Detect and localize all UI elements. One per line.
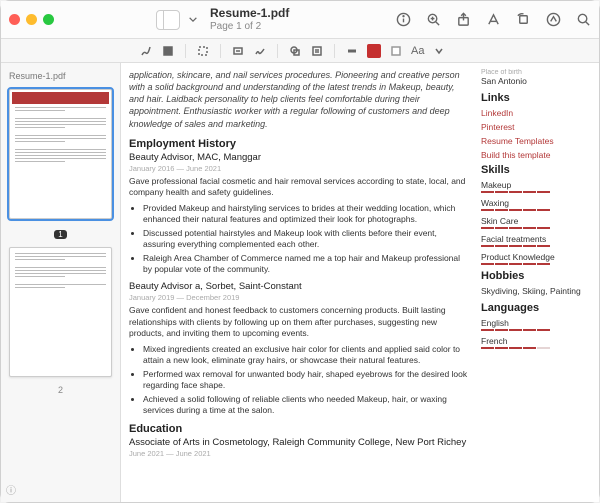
list-item: Discussed potential hairstyles and Makeu… — [143, 228, 471, 251]
page-thumbnail-1[interactable] — [9, 89, 112, 219]
skill-name: English — [481, 318, 591, 328]
select-tool[interactable] — [196, 44, 210, 58]
document-title: Resume-1.pdf — [210, 7, 387, 20]
skills-heading: Skills — [481, 164, 591, 176]
chevron-down-icon[interactable] — [432, 44, 446, 58]
hobbies-heading: Hobbies — [481, 270, 591, 282]
job1-title: Beauty Advisor, MAC, Manggar — [129, 152, 471, 163]
skill-bar — [481, 191, 591, 193]
info-footer-icon[interactable]: ⓘ — [6, 482, 16, 497]
edu-dates: June 2021 — June 2021 — [129, 449, 471, 458]
job1-bullets: Provided Makeup and hairstyling services… — [129, 203, 471, 276]
text-tool[interactable] — [231, 44, 245, 58]
sidebar-filename: Resume-1.pdf — [9, 71, 112, 81]
zoom-icon[interactable] — [425, 12, 441, 28]
list-item: Mixed ingredients created an exclusive h… — [143, 344, 471, 367]
info-icon[interactable] — [395, 12, 411, 28]
note-tool[interactable] — [310, 44, 324, 58]
page-thumbnail-2[interactable] — [9, 247, 112, 377]
pen-tool[interactable] — [139, 44, 153, 58]
page-number-2: 2 — [9, 385, 112, 395]
skill-bar — [481, 209, 591, 211]
skill-bar — [481, 227, 591, 229]
job2-dates: January 2019 — December 2019 — [129, 293, 471, 302]
edu-title: Associate of Arts in Cosmetology, Raleig… — [129, 437, 471, 448]
markup-icon[interactable] — [545, 12, 561, 28]
search-icon[interactable] — [575, 12, 591, 28]
job1-dates: January 2016 — June 2021 — [129, 164, 471, 173]
shapes-tool[interactable] — [288, 44, 302, 58]
titlebar: Resume-1.pdf Page 1 of 2 — [1, 1, 599, 39]
hobbies-value: Skydiving, Skiing, Painting — [481, 286, 591, 296]
thumbnail-sidebar: Resume-1.pdf 1 2 — [1, 63, 121, 502]
stroke-tool[interactable] — [345, 44, 359, 58]
job2-desc: Gave confident and honest feedback to cu… — [129, 305, 471, 339]
skill-name: Facial treatments — [481, 234, 591, 244]
page-indicator: Page 1 of 2 — [210, 21, 387, 32]
skill-name: Makeup — [481, 180, 591, 190]
list-item: Achieved a solid following of reliable c… — [143, 394, 471, 417]
skill-name: Product Knowledge — [481, 252, 591, 262]
document-content[interactable]: application, skincare, and nail services… — [121, 63, 599, 502]
border-color-swatch[interactable] — [367, 44, 381, 58]
list-item: Raleigh Area Chamber of Commerce named m… — [143, 253, 471, 276]
links-heading: Links — [481, 92, 591, 104]
zoom-button[interactable] — [43, 14, 54, 25]
window-controls — [9, 14, 54, 25]
skill-bar — [481, 347, 591, 349]
job2-bullets: Mixed ingredients created an exclusive h… — [129, 344, 471, 417]
highlight-tool[interactable] — [161, 44, 175, 58]
skill-bar — [481, 245, 591, 247]
link-item[interactable]: Pinterest — [481, 122, 591, 132]
job1-desc: Gave professional facial cosmetic and ha… — [129, 176, 471, 199]
rotate-icon[interactable] — [515, 12, 531, 28]
link-item[interactable]: Resume Templates — [481, 136, 591, 146]
link-item[interactable]: Build this template — [481, 150, 591, 160]
sign-tool[interactable] — [253, 44, 267, 58]
skill-name: French — [481, 336, 591, 346]
text-style-tool[interactable]: Aa — [411, 45, 424, 57]
pob-label: Place of birth — [481, 69, 591, 76]
link-item[interactable]: LinkedIn — [481, 108, 591, 118]
sidebar-toggle-button[interactable] — [156, 10, 180, 30]
highlight-icon[interactable] — [485, 12, 501, 28]
summary-text: application, skincare, and nail services… — [129, 69, 471, 130]
languages-heading: Languages — [481, 302, 591, 314]
skill-bar — [481, 329, 591, 331]
page-badge-1: 1 — [54, 230, 66, 239]
pob-value: San Antonio — [481, 76, 591, 86]
employment-heading: Employment History — [129, 138, 471, 150]
chevron-down-icon[interactable] — [188, 12, 198, 28]
job2-title: Beauty Advisor a, Sorbet, Saint-Constant — [129, 281, 471, 292]
skill-name: Skin Care — [481, 216, 591, 226]
share-icon[interactable] — [455, 12, 471, 28]
education-heading: Education — [129, 423, 471, 435]
fill-color-tool[interactable] — [389, 44, 403, 58]
list-item: Provided Makeup and hairstyling services… — [143, 203, 471, 226]
skill-name: Waxing — [481, 198, 591, 208]
markup-toolbar: Aa — [1, 39, 599, 63]
skill-bar — [481, 263, 591, 265]
title-block: Resume-1.pdf Page 1 of 2 — [210, 7, 387, 31]
close-button[interactable] — [9, 14, 20, 25]
minimize-button[interactable] — [26, 14, 37, 25]
list-item: Performed wax removal for unwanted body … — [143, 369, 471, 392]
